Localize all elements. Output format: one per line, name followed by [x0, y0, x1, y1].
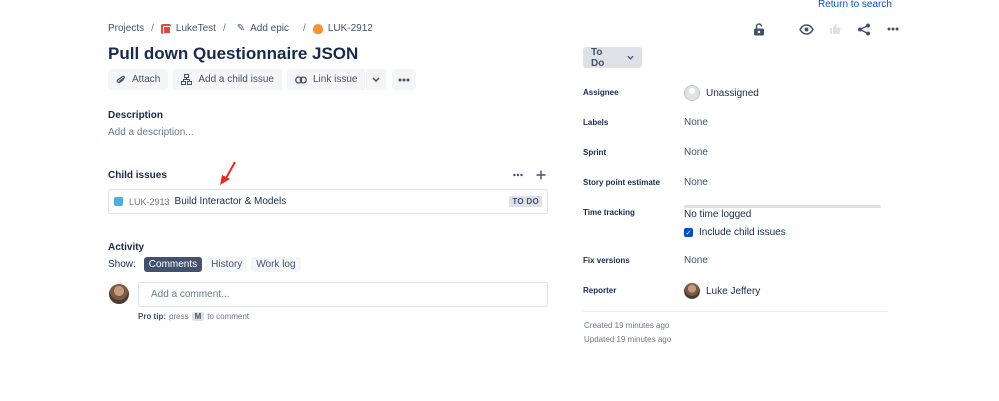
chevron-down-icon — [372, 77, 380, 82]
labels-field[interactable]: None — [684, 117, 708, 128]
time-tracking-label: Time tracking — [583, 208, 635, 217]
reporter-label: Reporter — [583, 286, 617, 295]
show-label: Show: — [108, 259, 136, 270]
child-issue-row[interactable]: LUK-2913 Build Interactor & Models TO DO — [108, 189, 548, 214]
include-child-issues-checkbox[interactable]: ✓ Include child issues — [684, 227, 786, 238]
annotation-arrow-icon — [220, 161, 236, 185]
breadcrumb-projects[interactable]: Projects — [108, 23, 144, 34]
eye-icon[interactable] — [797, 20, 815, 38]
labels-label: Labels — [583, 118, 609, 127]
issue-actions — [750, 20, 913, 38]
attach-button[interactable]: Attach — [108, 69, 169, 90]
fix-versions-label: Fix versions — [583, 256, 630, 265]
child-issues-heading: Child issues — [108, 170, 167, 181]
tab-comments[interactable]: Comments — [143, 257, 203, 272]
breadcrumb-separator: / — [222, 23, 226, 34]
return-to-search-link[interactable]: Return to search — [818, 0, 892, 10]
tab-history[interactable]: History — [206, 257, 248, 272]
comment-input[interactable]: Add a comment... — [138, 282, 548, 307]
child-more-icon[interactable] — [513, 170, 523, 180]
link-issue-dropdown[interactable] — [366, 69, 387, 90]
bug-icon — [312, 23, 323, 34]
status-dropdown[interactable]: To Do — [583, 46, 642, 69]
description-field[interactable]: Add a description... — [108, 127, 194, 138]
lock-icon[interactable] — [750, 20, 768, 38]
avatar — [109, 284, 129, 304]
link-issue-button[interactable]: Link issue — [286, 69, 366, 90]
issue-toolbar: Attach Add a child issue Link issue — [108, 69, 417, 90]
description-heading: Description — [108, 110, 164, 121]
pro-tip-key: M — [191, 312, 205, 321]
subtask-icon — [114, 197, 123, 206]
assignee-label: Assignee — [583, 88, 619, 97]
updated-timestamp: Updated 19 minutes ago — [584, 335, 672, 344]
project-icon — [160, 23, 171, 34]
thumbs-up-icon — [826, 20, 844, 38]
activity-heading: Activity — [108, 242, 145, 253]
add-child-icon[interactable] — [536, 170, 546, 180]
add-child-issue-button[interactable]: Add a child issue — [173, 69, 282, 90]
unassigned-avatar-icon — [684, 85, 700, 101]
reporter-field[interactable]: Luke Jeffery — [684, 283, 760, 299]
link-issue-split: Link issue — [286, 69, 387, 90]
attach-label: Attach — [132, 74, 161, 85]
include-child-issues-label: Include child issues — [699, 227, 786, 238]
breadcrumb-project-label: LukeTest — [175, 23, 216, 34]
pro-tip-suffix: to comment — [207, 312, 250, 321]
story-point-field[interactable]: None — [684, 177, 708, 188]
breadcrumb-issue[interactable]: LUK-2912 — [312, 23, 373, 34]
chevron-down-icon — [627, 55, 634, 60]
avatar — [684, 283, 700, 299]
breadcrumb-separator: / — [303, 23, 306, 34]
assignee-value: Unassigned — [706, 87, 759, 99]
story-point-label: Story point estimate — [583, 178, 660, 187]
activity-filter: Show: Comments History Work log — [108, 257, 301, 272]
tab-work-log[interactable]: Work log — [251, 257, 301, 272]
breadcrumb-issue-key: LUK-2912 — [327, 23, 373, 34]
fix-versions-field[interactable]: None — [684, 255, 708, 266]
created-timestamp: Created 19 minutes ago — [584, 321, 670, 330]
breadcrumb-add-epic[interactable]: ✎ Add epic — [237, 23, 289, 34]
sprint-label: Sprint — [583, 148, 607, 157]
breadcrumb-epic-label: Add epic — [250, 23, 290, 34]
child-issue-actions — [513, 170, 546, 180]
share-icon[interactable] — [855, 20, 873, 38]
divider — [583, 311, 888, 312]
time-tracking-value: No time logged — [684, 209, 752, 220]
assignee-field[interactable]: Unassigned — [684, 85, 759, 101]
more-toolbar-button[interactable] — [392, 69, 417, 90]
sprint-field[interactable]: None — [684, 147, 708, 158]
link-icon — [295, 75, 307, 84]
paperclip-icon — [116, 75, 125, 83]
hierarchy-icon — [181, 74, 193, 85]
child-issue-summary[interactable]: Build Interactor & Models — [175, 196, 510, 207]
checkbox-checked-icon[interactable]: ✓ — [684, 228, 693, 237]
time-tracking-bar[interactable] — [684, 205, 881, 208]
pencil-icon: ✎ — [236, 23, 246, 34]
breadcrumb: Projects / LukeTest / ✎ Add epic / LUK-2… — [108, 23, 373, 34]
issue-title[interactable]: Pull down Questionnaire JSON — [108, 44, 358, 64]
breadcrumb-project[interactable]: LukeTest — [160, 23, 216, 34]
ellipsis-icon — [398, 78, 410, 81]
link-issue-label: Link issue — [312, 74, 358, 85]
add-child-issue-label: Add a child issue — [198, 74, 274, 85]
more-actions-icon[interactable] — [884, 20, 902, 38]
pro-tip: Pro tip: press M to comment — [138, 312, 249, 321]
pro-tip-label: Pro tip: — [138, 312, 166, 321]
status-label: To Do — [591, 46, 605, 69]
reporter-value: Luke Jeffery — [706, 285, 761, 297]
pro-tip-press: press — [169, 312, 189, 321]
breadcrumb-separator: / — [151, 23, 154, 34]
child-issue-key[interactable]: LUK-2913 — [129, 197, 170, 207]
child-status-badge[interactable]: TO DO — [509, 196, 542, 207]
